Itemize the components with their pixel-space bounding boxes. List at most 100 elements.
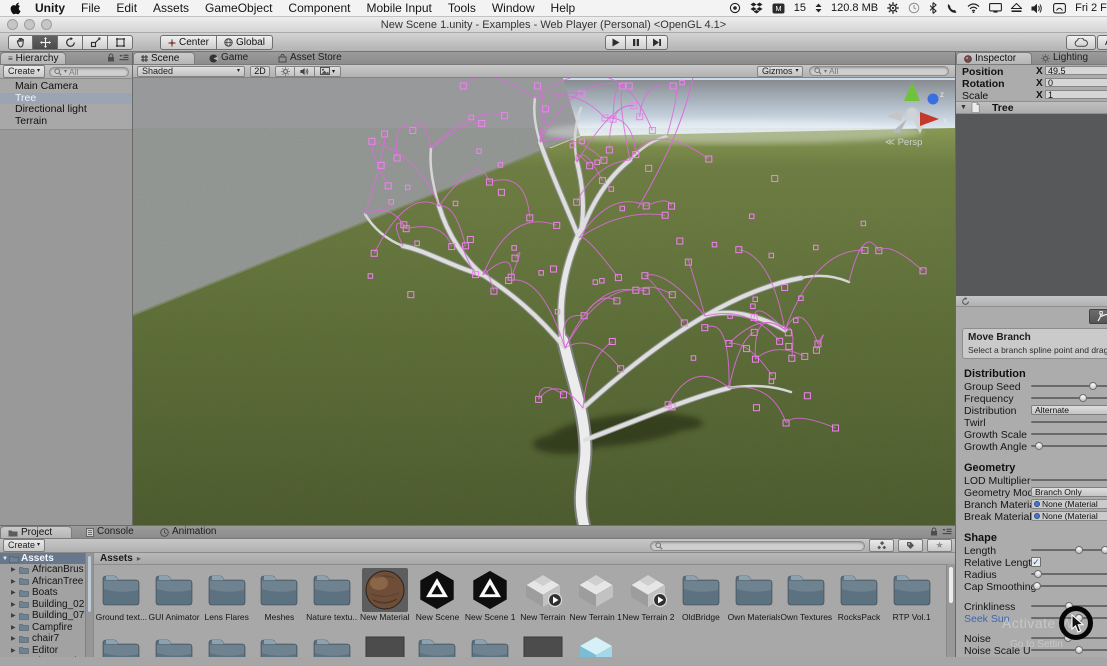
draw-mode-dropdown[interactable]: Shaded ▾ [137,65,245,77]
hierarchy-item-main-camera[interactable]: Main Camera [0,80,132,93]
tree-root-assets[interactable]: ▼ Assets [0,553,85,564]
asset-own-materials[interactable]: Own Materials [727,568,780,632]
asset-gui-animator[interactable]: GUI Animator [148,568,201,632]
tree-structure-preview[interactable] [956,114,1107,296]
menu-help[interactable]: Help [551,1,576,15]
search-by-type-button[interactable] [869,539,894,552]
tab-console[interactable]: Console [86,526,134,538]
tree-folder-campfire[interactable]: ▶ Campfire [0,622,85,634]
app-m-icon[interactable]: M [772,3,785,14]
slider-handle[interactable] [1032,581,1041,590]
project-create-button[interactable]: Create ▾ [3,539,46,552]
scene-lighting-button[interactable] [275,65,295,77]
object-field-break-material[interactable]: None (Material [1031,511,1107,521]
pause-button[interactable] [626,35,647,50]
slider-handle[interactable] [1075,645,1084,654]
slider-handle[interactable] [1100,545,1107,554]
input-menu-icon[interactable] [1053,2,1067,14]
slider-radius[interactable] [1031,568,1107,580]
foldout-arrow-icon[interactable]: ▼ [960,104,967,111]
slider-handle[interactable] [1089,381,1098,390]
dropdown-geometry-mode[interactable]: Branch Only [1031,487,1107,497]
memory-icon[interactable] [815,3,822,13]
menu-gameobject[interactable]: GameObject [205,1,272,15]
tree-scrollbar[interactable] [86,553,94,657]
transform-x-field[interactable]: 0 [1045,78,1107,87]
menu-component[interactable]: Component [288,1,350,15]
zoom-window-button[interactable] [41,19,52,30]
tab-project[interactable]: Project [0,526,72,538]
wifi-icon[interactable] [967,3,980,13]
window-titlebar[interactable] [0,17,1107,33]
asset-rtp-vol-1[interactable]: RTP Vol.1 [885,568,938,632]
play-button[interactable] [605,35,626,50]
tab-hierarchy[interactable]: ≡ Hierarchy [0,52,67,64]
scrollbar-thumb[interactable] [86,555,92,613]
asset-new-scene[interactable]: New Scene [411,568,464,632]
close-window-button[interactable] [7,19,18,30]
tab-game[interactable]: Game [209,52,248,64]
tab-animation[interactable]: Animation [160,526,216,538]
2d-toggle-button[interactable]: 2D [250,65,270,77]
breadcrumb-assets[interactable]: Assets [100,553,133,564]
asset-folder[interactable] [253,632,306,657]
panel-menu-icon[interactable] [942,528,952,536]
scene-canvas[interactable]: x z ≪ Persp [133,78,955,525]
move-tool-button[interactable] [33,35,58,50]
slider-twirl[interactable] [1031,416,1107,428]
gizmos-dropdown[interactable]: Gizmos ▾ [757,65,803,77]
tree-folder-building-02[interactable]: ▶ Building_02 [0,599,85,611]
scrollbar-thumb[interactable] [948,566,954,604]
hierarchy-empty-area[interactable] [0,129,132,525]
slider-handle[interactable] [1034,569,1043,578]
dropbox-icon[interactable] [750,2,763,14]
lock-icon[interactable] [107,53,115,62]
hand-tool-button[interactable] [8,35,33,50]
asset-new-scene-1[interactable]: New Scene 1 [464,568,517,632]
persp-indicator[interactable]: ≪ Persp [885,137,922,148]
slider-handle[interactable] [1035,441,1044,450]
asset-folder[interactable] [411,632,464,657]
menu-window[interactable]: Window [492,1,535,15]
eject-icon[interactable] [1011,3,1023,13]
tab-scene[interactable]: Scene [133,52,195,64]
slider-growth-scale[interactable] [1031,428,1107,440]
asset-folder[interactable] [306,632,359,657]
asset-folder[interactable] [95,632,148,657]
asset-new-terrain-1[interactable]: New Terrain 1 [569,568,622,632]
menu-edit[interactable]: Edit [116,1,137,15]
favorites-star-button[interactable]: ★ [927,539,952,552]
gear-icon[interactable] [887,2,899,14]
asset-darkplay[interactable] [517,632,570,657]
asset-oldbridge[interactable]: OldBridge [675,568,728,632]
scene-audio-button[interactable] [295,65,315,77]
asset-nature-textu[interactable]: Nature textu... [306,568,359,632]
tree-folder-africanbrus[interactable]: ▶ AfricanBrus [0,564,85,576]
minimize-window-button[interactable] [24,19,35,30]
asset-new-material[interactable]: New Material [358,568,411,632]
asset-folder[interactable] [464,632,517,657]
slider-noise-scale-u[interactable] [1031,644,1107,656]
tab-asset-store[interactable]: Asset Store [278,52,342,64]
asset-new-terrain-2[interactable]: New Terrain 2 [622,568,675,632]
menu-file[interactable]: File [81,1,100,15]
search-by-label-button[interactable] [898,539,923,552]
scale-tool-button[interactable] [83,35,108,50]
transform-x-field[interactable]: 1 [1045,90,1107,99]
hierarchy-item-terrain[interactable]: Terrain [0,115,132,128]
cloud-services-button[interactable] [1066,35,1096,50]
asset-darkplay[interactable] [358,632,411,657]
menu-assets[interactable]: Assets [153,1,189,15]
tree-folder-building-07[interactable]: ▶ Building_07 [0,610,85,622]
asset-lens-flares[interactable]: Lens Flares [200,568,253,632]
slider-handle[interactable] [1079,393,1088,402]
hierarchy-search-input[interactable]: ▾ All [49,66,129,77]
tree-folder-chair7[interactable]: ▶ chair7 [0,633,85,645]
menu-unity[interactable]: Unity [35,1,65,15]
rotate-tool-button[interactable] [58,35,83,50]
slider-growth-angle[interactable] [1031,440,1107,452]
asset-rockspack[interactable]: RocksPack [833,568,886,632]
lock-icon[interactable] [930,527,938,536]
checkbox-relative-length[interactable]: ✓ [1031,557,1041,567]
asset-cube[interactable] [569,632,622,657]
